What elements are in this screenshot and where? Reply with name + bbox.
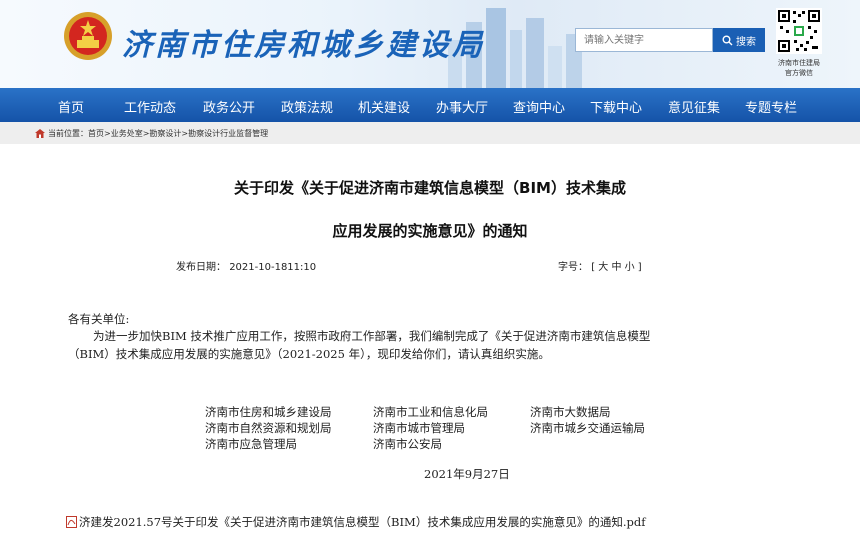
signatory: 济南市大数据局 [530,405,611,419]
site-title[interactable]: 济南市住房和城乡建设局 [122,20,485,64]
search-button-label: 搜索 [736,36,756,48]
nav-item-topics[interactable]: 专题专栏 [745,97,797,116]
breadcrumb-label: 当前位置： [48,128,88,138]
nav-item-gov-open[interactable]: 政务公开 [203,97,255,116]
nav-item-query[interactable]: 查询中心 [513,97,565,116]
breadcrumb-separator: > [142,128,150,138]
article-title-line2: 应用发展的实施意见》的通知 [332,222,528,240]
attachment-filename: 济建发2021.57号关于印发《关于促进济南市建筑信息模型（BIM）技术集成应用… [79,515,646,529]
signatory: 济南市自然资源和规划局 [205,421,332,435]
sign-date: 2021年9月27日 [424,467,510,481]
signatory: 济南市城乡交通运输局 [530,421,645,435]
breadcrumb-item-department[interactable]: 业务处室 [111,128,143,139]
search-icon [722,35,733,45]
breadcrumb-separator: > [181,128,189,138]
qr-code-icon[interactable] [776,8,822,54]
breadcrumb-item-survey[interactable]: 勘察设计 [149,128,181,139]
qr-caption-line1: 济南市住建局 [778,59,820,67]
font-size-label: 字号： [558,262,588,273]
attachment-link[interactable]: 济建发2021.57号关于印发《关于促进济南市建筑信息模型（BIM）技术集成应用… [66,514,645,530]
breadcrumb: 当前位置： 首页 > 业务处室 > 勘察设计 > 勘察设计行业监督管理 [0,122,860,144]
nav-item-organ[interactable]: 机关建设 [358,97,410,116]
qr-caption: 济南市住建局 官方微信 [768,58,830,78]
body-line2: （BIM）技术集成应用发展的实施意见》（2021-2025 年），现印发给你们，… [68,347,550,361]
search-button[interactable]: 搜索 [713,28,765,52]
qr-caption-line2: 官方微信 [785,69,813,77]
publish-date: 发布日期： 2021-10-1811:10 [176,258,316,273]
signatory: 济南市公安局 [373,437,442,451]
breadcrumb-separator: > [104,128,111,138]
signatory: 济南市应急管理局 [205,437,297,451]
search-input[interactable] [575,28,713,52]
national-emblem-icon [64,12,112,60]
body-line1: 为进一步加快BIM 技术推广应用工作，按照市政府工作部署，我们编制完成了《关于促… [93,329,651,343]
nav-item-service[interactable]: 办事大厅 [436,97,488,116]
home-icon [35,128,45,138]
signatory: 济南市住房和城乡建设局 [205,405,332,419]
publish-date-label: 发布日期： [176,262,226,273]
nav-item-feedback[interactable]: 意见征集 [668,97,720,116]
publish-date-value: 2021-10-1811:10 [229,262,317,273]
nav-item-download[interactable]: 下载中心 [590,97,642,116]
signatory: 济南市城市管理局 [373,421,465,435]
breadcrumb-item-supervision[interactable]: 勘察设计行业监督管理 [188,128,268,139]
font-size-options[interactable]: [ 大 中 小 ] [591,262,642,273]
font-size-control: 字号： [ 大 中 小 ] [558,258,642,273]
article-title-line1: 关于印发《关于促进济南市建筑信息模型（BIM）技术集成 [234,179,626,197]
breadcrumb-item-home[interactable]: 首页 [88,128,104,139]
signatory: 济南市工业和信息化局 [373,405,488,419]
nav-item-policy[interactable]: 政策法规 [281,97,333,116]
site-header: 济南市住房和城乡建设局 搜索 济南市住建局 官方微信 [0,0,860,88]
pdf-icon [66,516,77,528]
main-nav: 首页 工作动态 政务公开 政策法规 机关建设 办事大厅 查询中心 下载中心 意见… [0,88,860,122]
nav-item-home[interactable]: 首页 [58,97,84,116]
nav-item-work-news[interactable]: 工作动态 [124,97,176,116]
